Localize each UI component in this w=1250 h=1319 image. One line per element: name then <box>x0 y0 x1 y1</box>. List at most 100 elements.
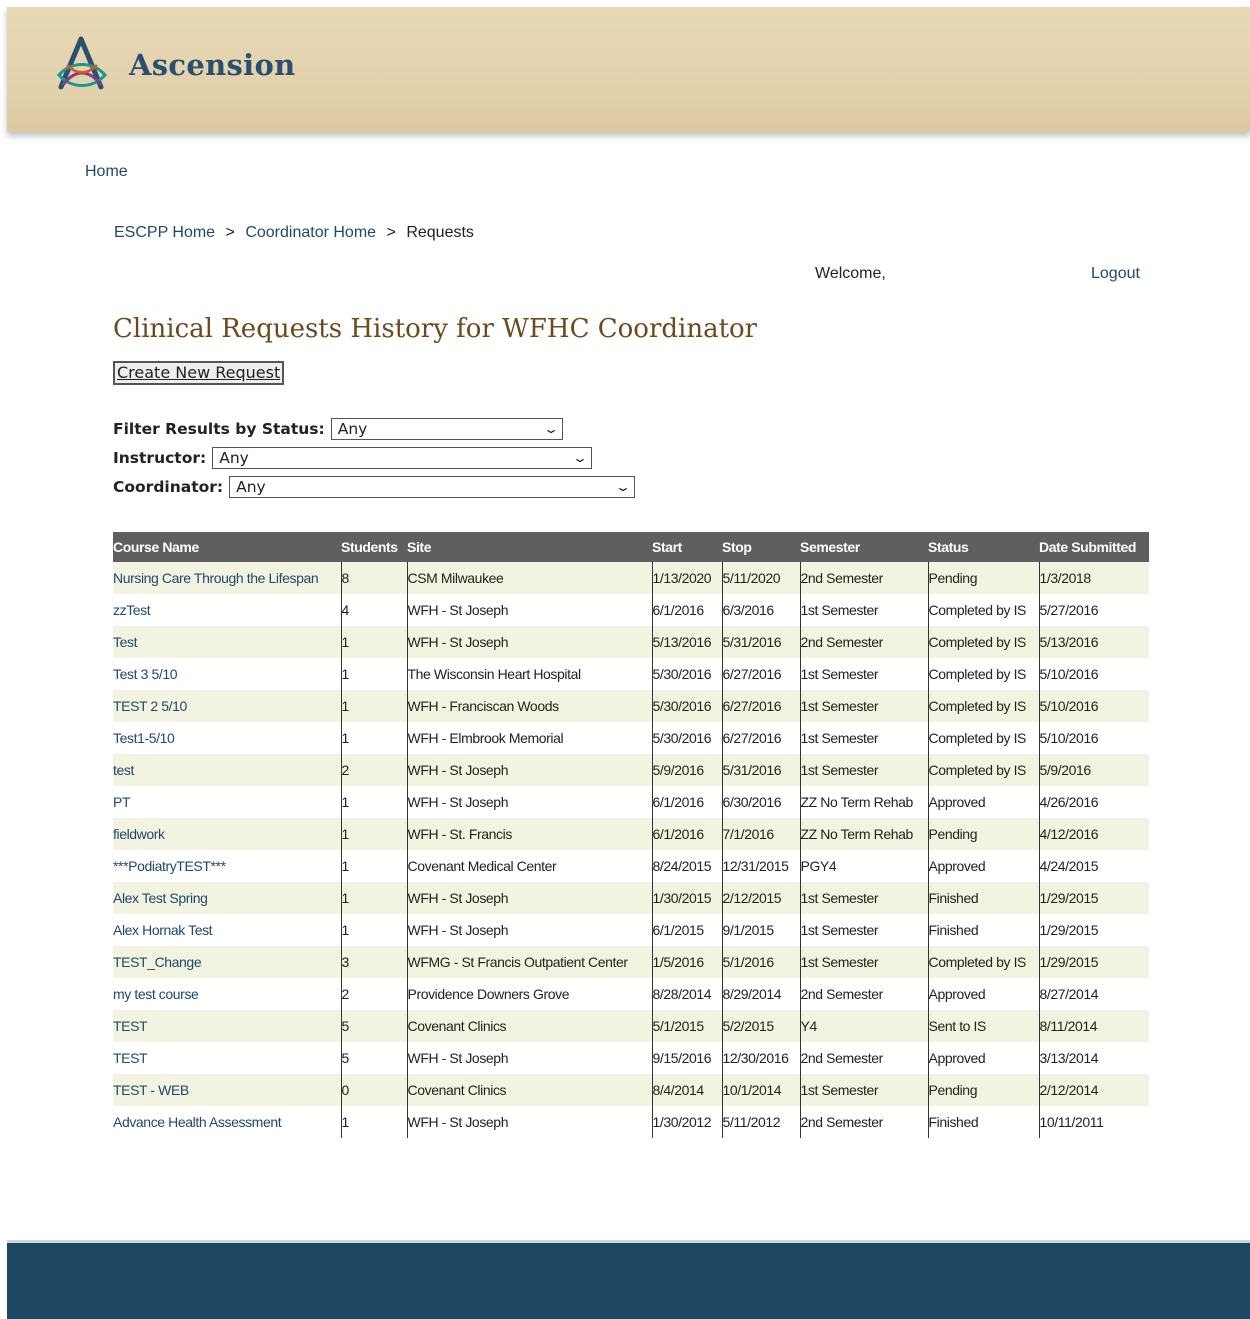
students-cell: 1 <box>340 658 407 690</box>
start-cell: 6/1/2016 <box>651 818 722 850</box>
nav-home-link[interactable]: Home <box>85 163 128 181</box>
course-name-link[interactable]: TEST_Change <box>113 946 341 978</box>
course-name-link[interactable]: Alex Test Spring <box>113 882 341 914</box>
start-cell: 8/24/2015 <box>651 850 722 882</box>
logout-link[interactable]: Logout <box>1091 265 1140 283</box>
stop-cell: 5/1/2016 <box>721 946 800 978</box>
stop-cell: 5/31/2016 <box>721 754 800 786</box>
site-cell: WFH - St. Francis <box>406 818 652 850</box>
site-cell: Covenant Clinics <box>406 1010 652 1042</box>
table-row: test 2 WFH - St Joseph 5/9/2016 5/31/2016 1st… <box>113 754 1149 786</box>
header-status[interactable]: Status <box>928 532 1039 562</box>
semester-cell: 1st Semester <box>799 946 928 978</box>
start-cell: 5/30/2016 <box>651 658 722 690</box>
breadcrumb-escpp-home[interactable]: ESCPP Home <box>114 224 215 241</box>
start-cell: 5/30/2016 <box>651 690 722 722</box>
site-cell: The Wisconsin Heart Hospital <box>406 658 652 690</box>
site-cell: Covenant Medical Center <box>406 850 652 882</box>
semester-cell: 2nd Semester <box>799 562 928 594</box>
students-cell: 5 <box>340 1010 407 1042</box>
status-cell: Pending <box>927 562 1039 594</box>
stop-cell: 8/29/2014 <box>721 978 800 1010</box>
stop-cell: 2/12/2015 <box>721 882 800 914</box>
date-submitted-cell: 5/10/2016 <box>1038 722 1149 754</box>
site-cell: WFH - St Joseph <box>406 594 652 626</box>
breadcrumb-separator: > <box>386 224 396 241</box>
status-cell: Completed by IS <box>927 626 1039 658</box>
header-site[interactable]: Site <box>407 532 652 562</box>
header-date-submitted[interactable]: Date Submitted <box>1039 532 1149 562</box>
table-row: Alex Hornak Test 1 WFH - St Joseph 6/1/2015… <box>113 914 1149 946</box>
stop-cell: 7/1/2016 <box>721 818 800 850</box>
course-name-link[interactable]: Test <box>113 626 341 658</box>
date-submitted-cell: 5/10/2016 <box>1038 690 1149 722</box>
site-cell: WFH - St Joseph <box>406 1106 652 1138</box>
filters-panel: Filter Results by Status: Any ⌄ Instruct… <box>113 414 636 501</box>
table-header-row: Course Name Students Site Start Stop Sem… <box>113 532 1149 562</box>
create-new-request-button[interactable]: Create New Request <box>113 361 285 385</box>
site-cell: WFH - St Joseph <box>406 1042 652 1074</box>
course-name-link[interactable]: Test1-5/10 <box>113 722 341 754</box>
students-cell: 5 <box>340 1042 407 1074</box>
course-name-link[interactable]: TEST - WEB <box>113 1074 341 1106</box>
status-cell: Approved <box>927 978 1039 1010</box>
status-filter-value: Any <box>337 419 368 438</box>
start-cell: 5/30/2016 <box>651 722 722 754</box>
chevron-down-icon: ⌄ <box>572 450 589 465</box>
course-name-link[interactable]: my test course <box>113 978 341 1010</box>
course-name-link[interactable]: Nursing Care Through the Lifespan <box>113 562 341 594</box>
stop-cell: 6/30/2016 <box>721 786 800 818</box>
start-cell: 8/4/2014 <box>651 1074 722 1106</box>
site-cell: WFMG - St Francis Outpatient Center <box>406 946 652 978</box>
course-name-link[interactable]: ***PodiatryTEST*** <box>113 850 341 882</box>
course-name-link[interactable]: PT <box>113 786 341 818</box>
date-submitted-cell: 8/11/2014 <box>1038 1010 1149 1042</box>
course-name-link[interactable]: test <box>113 754 341 786</box>
semester-cell: Y4 <box>799 1010 928 1042</box>
header-course-name[interactable]: Course Name <box>113 532 341 562</box>
header-semester[interactable]: Semester <box>800 532 928 562</box>
date-submitted-cell: 4/26/2016 <box>1038 786 1149 818</box>
students-cell: 1 <box>340 1106 407 1138</box>
students-cell: 3 <box>340 946 407 978</box>
breadcrumb-current: Requests <box>406 224 474 241</box>
site-cell: CSM Milwaukee <box>406 562 652 594</box>
course-name-link[interactable]: zzTest <box>113 594 341 626</box>
course-name-link[interactable]: TEST <box>113 1042 341 1074</box>
date-submitted-cell: 5/13/2016 <box>1038 626 1149 658</box>
header-students[interactable]: Students <box>341 532 407 562</box>
students-cell: 1 <box>340 626 407 658</box>
semester-cell: 1st Semester <box>799 882 928 914</box>
breadcrumb-coordinator-home[interactable]: Coordinator Home <box>245 224 376 241</box>
table-row: TEST_Change 3 WFMG - St Francis Outpatient… <box>113 946 1149 978</box>
course-name-link[interactable]: TEST 2 5/10 <box>113 690 341 722</box>
instructor-filter-select[interactable]: Any ⌄ <box>212 446 593 469</box>
table-row: Alex Test Spring 1 WFH - St Joseph 1/30/201… <box>113 882 1149 914</box>
students-cell: 1 <box>340 786 407 818</box>
stop-cell: 5/31/2016 <box>721 626 800 658</box>
course-name-link[interactable]: Alex Hornak Test <box>113 914 341 946</box>
site-header: Ascension <box>7 7 1250 132</box>
course-name-link[interactable]: fieldwork <box>113 818 341 850</box>
coordinator-filter-select[interactable]: Any ⌄ <box>229 475 636 498</box>
instructor-filter-label: Instructor: <box>113 448 207 467</box>
header-start[interactable]: Start <box>652 532 722 562</box>
header-stop[interactable]: Stop <box>722 532 800 562</box>
date-submitted-cell: 4/24/2015 <box>1038 850 1149 882</box>
start-cell: 6/1/2016 <box>651 786 722 818</box>
brand-logo[interactable]: Ascension <box>53 35 296 95</box>
date-submitted-cell: 2/12/2014 <box>1038 1074 1149 1106</box>
course-name-link[interactable]: Advance Health Assessment <box>113 1106 341 1138</box>
date-submitted-cell: 1/29/2015 <box>1038 946 1149 978</box>
semester-cell: 2nd Semester <box>799 1106 928 1138</box>
status-filter-select[interactable]: Any ⌄ <box>330 417 563 440</box>
brand-name: Ascension <box>129 48 296 82</box>
site-cell: Covenant Clinics <box>406 1074 652 1106</box>
start-cell: 1/30/2015 <box>651 882 722 914</box>
course-name-link[interactable]: Test 3 5/10 <box>113 658 341 690</box>
course-name-link[interactable]: TEST <box>113 1010 341 1042</box>
students-cell: 1 <box>340 882 407 914</box>
welcome-text: Welcome, <box>815 265 886 282</box>
status-cell: Approved <box>927 850 1039 882</box>
stop-cell: 5/11/2012 <box>721 1106 800 1138</box>
